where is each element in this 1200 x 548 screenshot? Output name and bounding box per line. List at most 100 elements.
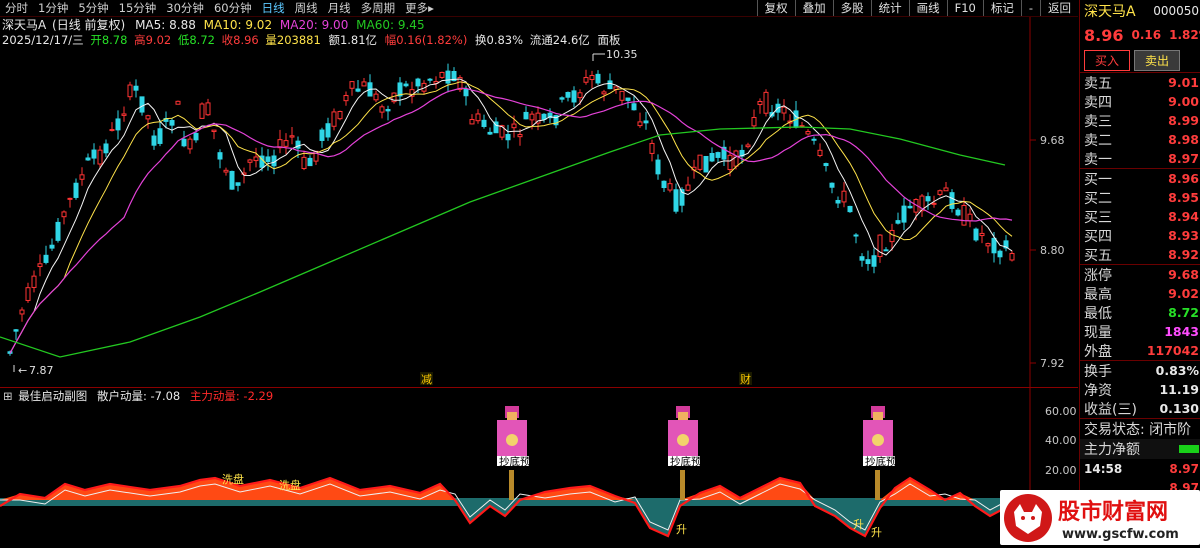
candle[interactable] [865,259,871,265]
tab-5min[interactable]: 5分钟 [73,0,113,16]
ask-level-row[interactable]: 卖三 8.99 [1080,111,1200,130]
candle[interactable] [901,205,907,223]
tab-30min[interactable]: 30分钟 [161,0,209,16]
candle[interactable] [661,180,667,189]
fundamental-stat-row[interactable]: 换手 0.83% [1080,361,1200,380]
candle[interactable] [265,156,271,162]
candle[interactable] [43,254,49,263]
candlestick-chart[interactable]: 9.68 8.80 7.92 深天马A (日线 前复权) MA5: 8.88 M… [0,17,1078,387]
candle[interactable] [19,309,25,315]
candle[interactable] [925,196,931,202]
candle[interactable] [841,190,847,203]
candle[interactable] [619,90,625,101]
candle[interactable] [1009,253,1015,261]
candle[interactable] [289,135,295,138]
candle[interactable] [625,97,631,101]
bid-level-row[interactable]: 买四 8.93 [1080,226,1200,245]
candle[interactable] [67,197,73,200]
candle[interactable] [301,156,307,169]
candle[interactable] [991,237,997,254]
candle[interactable] [517,134,523,138]
candle[interactable] [385,109,391,112]
sell-button[interactable]: 卖出 [1134,49,1181,71]
candle[interactable] [943,187,949,192]
candle[interactable] [427,78,433,81]
tab-daily[interactable]: 日线 [257,0,290,16]
candle[interactable] [685,184,691,191]
candle[interactable] [607,80,613,90]
candle[interactable] [139,96,145,113]
financial-report-marker[interactable]: 财 [740,372,751,386]
candle[interactable] [337,111,343,120]
draw-line-button[interactable]: 画线 [908,0,947,16]
candle[interactable] [697,154,703,170]
mark-button[interactable]: 标记 [982,0,1021,16]
candle[interactable] [325,123,331,138]
bottom-warning-signal[interactable]: 抄底预警！ [668,406,723,500]
candle[interactable] [859,256,865,261]
quote-stat-row[interactable]: 现量 1843 [1080,322,1200,341]
ask-level-row[interactable]: 卖四 9.00 [1080,92,1200,111]
candle[interactable] [763,91,769,114]
candle[interactable] [709,152,715,162]
more-menu[interactable]: 更多▸ [400,0,439,16]
candle[interactable] [31,275,37,288]
candle[interactable] [481,119,487,127]
candle[interactable] [349,81,355,89]
candle[interactable] [829,182,835,188]
candle[interactable] [403,83,409,87]
candle[interactable] [475,113,481,122]
candle[interactable] [55,221,61,241]
candle[interactable] [37,263,43,268]
candle[interactable] [961,204,967,226]
candle[interactable] [907,205,913,209]
quote-stat-row[interactable]: 外盘 117042 [1080,341,1200,360]
candle[interactable] [595,73,601,84]
candle[interactable] [109,129,115,132]
candle[interactable] [715,152,721,158]
candle[interactable] [223,169,229,173]
buy-button[interactable]: 买入 [1084,49,1131,71]
candle[interactable] [97,149,103,165]
candle[interactable] [589,74,595,81]
candle[interactable] [49,244,55,249]
candle[interactable] [103,143,109,154]
candle[interactable] [847,205,853,213]
candle[interactable] [445,70,451,84]
candle[interactable] [373,93,379,101]
candle[interactable] [211,129,217,133]
candle[interactable] [931,202,937,205]
candle[interactable] [121,113,127,116]
candle[interactable] [955,209,961,216]
bid-level-row[interactable]: 买二 8.95 [1080,188,1200,207]
tab-fenshi[interactable]: 分时 [0,0,33,16]
candle[interactable] [181,138,187,147]
candle[interactable] [733,150,739,167]
candle[interactable] [583,77,589,83]
candle[interactable] [415,78,421,87]
bid-level-row[interactable]: 买三 8.94 [1080,207,1200,226]
candle[interactable] [307,157,313,167]
tab-15min[interactable]: 15分钟 [114,0,162,16]
candle[interactable] [439,71,445,78]
candle[interactable] [883,249,889,252]
candle[interactable] [577,92,583,99]
candle[interactable] [205,102,211,116]
stats-button[interactable]: 统计 [870,0,909,16]
candle[interactable] [469,119,475,125]
candle[interactable] [115,118,121,131]
fundamental-stat-row[interactable]: 收益(三) 0.130 [1080,399,1200,418]
multi-stock-button[interactable]: 多股 [832,0,871,16]
tab-1min[interactable]: 1分钟 [33,0,73,16]
reduce-holding-marker[interactable]: 减 [421,373,432,386]
candle[interactable] [565,91,571,98]
candle[interactable] [655,159,661,175]
bottom-warning-signal[interactable]: 抄底预警！ [497,406,552,500]
candle[interactable] [343,95,349,102]
bid-level-row[interactable]: 买一 8.96 [1080,169,1200,188]
quote-stat-row[interactable]: 涨停 9.68 [1080,265,1200,284]
candle[interactable] [199,103,205,119]
back-button[interactable]: 返回 [1040,0,1078,16]
candle[interactable] [361,81,367,87]
candle[interactable] [505,134,511,141]
